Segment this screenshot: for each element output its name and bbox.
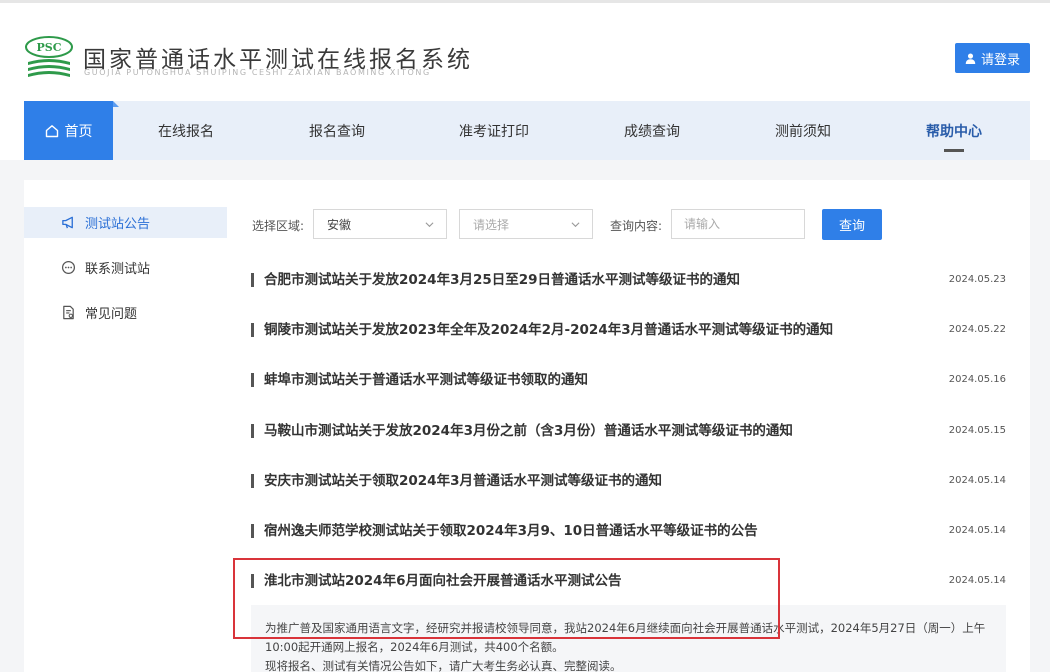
notice-title: 合肥市测试站关于发放2024年3月25日至29日普通话水平测试等级证书的通知: [264, 272, 741, 288]
province-select[interactable]: 安徽: [313, 209, 447, 239]
list-item[interactable]: 合肥市测试站关于发放2024年3月25日至29日普通话水平测试等级证书的通知 2…: [251, 265, 1006, 295]
sidebar-item-announcements[interactable]: 测试站公告: [24, 207, 227, 238]
notice-date: 2024.05.23: [948, 274, 1006, 285]
excerpt-line: 10:00起开通网上报名，2024年6月测试，共400个名额。: [265, 640, 564, 654]
list-item[interactable]: 铜陵市测试站关于发放2023年全年及2024年2月-2024年3月普通话水平测试…: [251, 315, 1006, 345]
document-icon: [63, 305, 74, 320]
query-label: 查询内容:: [610, 219, 663, 233]
home-icon: [45, 124, 58, 137]
list-bullet: [251, 524, 254, 538]
nav-help-center[interactable]: 帮助中心: [890, 101, 1018, 160]
nav-pre-test-notice[interactable]: 测前须知: [739, 101, 867, 160]
notice-date: 2024.05.15: [948, 425, 1006, 436]
chevron-down-icon: [425, 222, 434, 228]
sidebar-label-faq: 常见问题: [85, 307, 138, 322]
city-select[interactable]: 请选择: [459, 209, 593, 239]
notice-title: 安庆市测试站关于领取2024年3月普通话水平测试等级证书的通知: [264, 473, 662, 489]
sidebar-label-announcements: 测试站公告: [85, 217, 151, 232]
notice-date: 2024.05.14: [948, 525, 1006, 536]
notice-title: 蚌埠市测试站关于普通话水平测试等级证书领取的通知: [264, 372, 588, 388]
notice-title: 铜陵市测试站关于发放2023年全年及2024年2月-2024年3月普通话水平测试…: [264, 322, 834, 338]
nav-home[interactable]: 首页: [24, 101, 119, 160]
sidebar-label-contact: 联系测试站: [85, 262, 151, 277]
list-bullet: [251, 474, 254, 488]
psc-logo-icon: PSC: [25, 36, 73, 77]
nav-score-query[interactable]: 成绩查询: [588, 101, 716, 160]
list-item[interactable]: 淮北市测试站2024年6月面向社会开展普通话水平测试公告 2024.05.14: [251, 566, 1006, 596]
query-button[interactable]: 查询: [822, 209, 882, 240]
list-item[interactable]: 马鞍山市测试站关于发放2024年3月份之前（含3月份）普通话水平测试等级证书的通…: [251, 416, 1006, 446]
city-placeholder: 请选择: [473, 217, 510, 232]
notice-excerpt: 为推广普及国家通用语言文字，经研究并报请校领导同意，我站2024年6月继续面向社…: [251, 605, 1006, 672]
main-nav: 首页 在线报名 报名查询 准考证打印 成绩查询 测前须知 帮助中心: [24, 101, 1030, 160]
megaphone-icon: [62, 216, 73, 229]
notice-title: 淮北市测试站2024年6月面向社会开展普通话水平测试公告: [264, 573, 622, 589]
sidebar-item-faq[interactable]: 常见问题: [24, 297, 227, 328]
list-item[interactable]: 宿州逸夫师范学校测试站关于领取2024年3月9、10日普通话水平等级证书的公告 …: [251, 516, 1006, 546]
chevron-down-icon: [571, 222, 580, 228]
list-bullet: [251, 273, 254, 287]
excerpt-line: 为推广普及国家通用语言文字，经研究并报请校领导同意，我站2024年6月继续面向社…: [265, 621, 986, 635]
list-bullet: [251, 424, 254, 438]
sidebar-item-contact[interactable]: 联系测试站: [24, 252, 227, 283]
nav-help-center-label: 帮助中心: [926, 123, 982, 140]
login-button[interactable]: 请登录: [955, 43, 1030, 73]
province-value: 安徽: [327, 217, 352, 232]
svg-text:PSC: PSC: [37, 41, 62, 54]
nav-active-underline: [944, 149, 964, 152]
excerpt-line: 现将报名、测试有关情况公告如下，请广大考生务必认真、完整阅读。: [265, 659, 622, 672]
user-icon: [965, 52, 976, 64]
list-item[interactable]: 安庆市测试站关于领取2024年3月普通话水平测试等级证书的通知 2024.05.…: [251, 466, 1006, 496]
notice-title: 宿州逸夫师范学校测试站关于领取2024年3月9、10日普通话水平等级证书的公告: [264, 523, 758, 539]
content-panel: 测试站公告 联系测试站 常见问题 选择区域: 安徽 请选择 查询内容: 查询 合…: [24, 180, 1030, 672]
notice-date: 2024.05.14: [948, 575, 1006, 586]
site-subtitle: GUOJIA PUTONGHUA SHUIPING CESHI ZAIXIAN …: [84, 68, 431, 77]
list-bullet: [251, 323, 254, 337]
notice-title: 马鞍山市测试站关于发放2024年3月份之前（含3月份）普通话水平测试等级证书的通…: [264, 423, 793, 439]
login-label: 请登录: [980, 52, 1020, 68]
chat-bubble-icon: [61, 260, 76, 275]
notice-date: 2024.05.16: [948, 374, 1006, 385]
list-bullet: [251, 373, 254, 387]
notice-date: 2024.05.22: [948, 324, 1006, 335]
list-item[interactable]: 蚌埠市测试站关于普通话水平测试等级证书领取的通知 2024.05.16: [251, 365, 1006, 395]
list-bullet: [251, 574, 254, 588]
nav-admission-ticket[interactable]: 准考证打印: [424, 101, 564, 160]
region-label: 选择区域:: [252, 219, 305, 233]
nav-online-registration[interactable]: 在线报名: [122, 101, 250, 160]
query-input[interactable]: [671, 209, 805, 239]
notice-date: 2024.05.14: [948, 475, 1006, 486]
nav-home-label: 首页: [64, 123, 93, 140]
nav-registration-query[interactable]: 报名查询: [273, 101, 401, 160]
